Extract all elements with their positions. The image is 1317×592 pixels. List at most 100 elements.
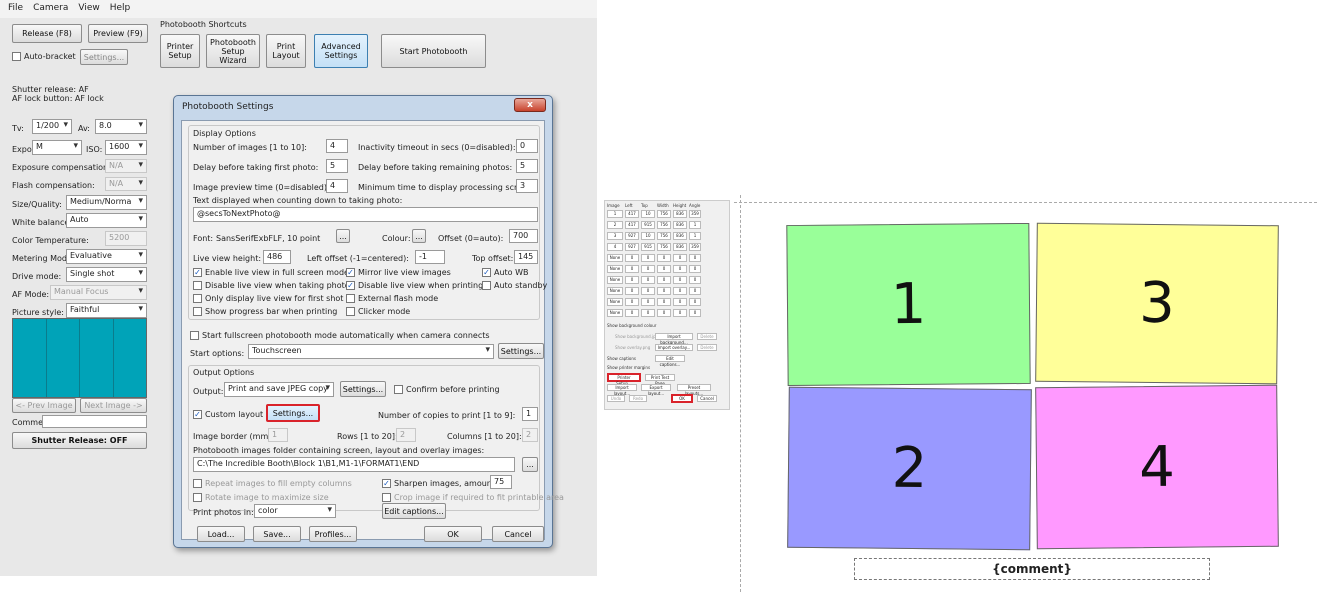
menu-view[interactable]: View [78, 3, 99, 15]
start-options-settings-button[interactable]: Settings... [498, 343, 544, 359]
table-cell-input[interactable]: 756 [657, 243, 671, 251]
delay-remaining-input[interactable]: 5 [516, 159, 538, 173]
mini-cancel-button[interactable]: Cancel [697, 395, 717, 402]
mirror-checkbox[interactable]: ✓ Mirror live view images [346, 268, 451, 277]
table-cell-input[interactable]: 0 [657, 254, 671, 262]
table-cell-input[interactable]: 0 [657, 298, 671, 306]
table-row-image-select[interactable]: None [607, 298, 623, 306]
table-cell-input[interactable]: 10 [641, 232, 655, 240]
inactivity-input[interactable]: 0 [516, 139, 538, 153]
mini-printer-setup-button[interactable]: Printer Setup... [607, 373, 641, 386]
import-layout-button[interactable]: Import layout... [607, 384, 637, 396]
sharpen-amount-input[interactable]: 75 [490, 475, 512, 489]
disable-printing-checkbox[interactable]: ✓ Disable live view when printing [346, 281, 483, 290]
layout-cell-4[interactable]: 4 [1035, 384, 1279, 550]
preview-time-input[interactable]: 4 [326, 179, 348, 193]
table-cell-input[interactable]: 0 [625, 298, 639, 306]
table-cell-input[interactable]: 756 [657, 210, 671, 218]
comment-input[interactable] [42, 415, 147, 428]
show-margins-checkbox[interactable]: Show printer margins [607, 365, 650, 370]
table-cell-input[interactable]: 417 [625, 210, 639, 218]
table-cell-input[interactable]: 0 [673, 254, 687, 262]
table-cell-input[interactable]: 0 [689, 276, 701, 284]
table-cell-input[interactable]: 0 [689, 254, 701, 262]
comment-placeholder[interactable]: {comment} [854, 558, 1210, 580]
table-cell-input[interactable]: 0 [625, 309, 639, 317]
table-cell-input[interactable]: 0 [625, 276, 639, 284]
full-screen-live-view-checkbox[interactable]: ✓ Enable live view in full screen mode [193, 268, 349, 277]
confirm-printing-checkbox[interactable]: Confirm before printing [394, 385, 500, 394]
countdown-text-input[interactable]: @secsToNextPhoto@ [193, 207, 538, 222]
tv-select[interactable]: 1/200 [32, 119, 72, 134]
mini-edit-captions-button[interactable]: Edit captions... [655, 355, 685, 367]
table-cell-input[interactable]: 0 [689, 309, 701, 317]
columns-input[interactable]: 2 [522, 428, 538, 442]
external-flash-checkbox[interactable]: External flash mode [346, 294, 438, 303]
layout-cell-1[interactable]: 1 [786, 222, 1031, 387]
table-cell-input[interactable]: 0 [673, 265, 687, 273]
export-layout-button[interactable]: Export layout... [641, 384, 671, 396]
table-cell-input[interactable]: 0 [657, 276, 671, 284]
table-cell-input[interactable]: 1 [689, 232, 701, 240]
table-cell-input[interactable]: 756 [657, 221, 671, 229]
save-button[interactable]: Save... [253, 526, 301, 542]
offset-input[interactable]: 700 [509, 229, 538, 243]
table-cell-input[interactable]: 836 [673, 243, 687, 251]
setup-wizard-button[interactable]: Photobooth Setup Wizard [206, 34, 260, 68]
print-photos-select[interactable]: color [254, 504, 336, 518]
table-cell-input[interactable]: 0 [689, 265, 701, 273]
delete-overlay-button[interactable]: Delete [697, 344, 717, 351]
table-row-image-select[interactable]: 1 [607, 210, 623, 218]
top-offset-input[interactable]: 145 [514, 250, 538, 264]
profiles-button[interactable]: Profiles... [309, 526, 357, 542]
output-select[interactable]: Print and save JPEG copy [224, 382, 334, 397]
advanced-settings-button[interactable]: Advanced Settings [314, 34, 368, 68]
rotate-image-checkbox[interactable]: Rotate image to maximize size [193, 493, 329, 502]
only-first-checkbox[interactable]: Only display live view for first shot [193, 294, 343, 303]
white-balance-select[interactable]: Auto [66, 213, 147, 228]
close-icon[interactable]: x [514, 98, 546, 112]
table-cell-input[interactable]: 359 [689, 210, 701, 218]
next-image-button[interactable]: Next Image -> [80, 398, 147, 413]
table-cell-input[interactable]: 927 [625, 232, 639, 240]
preview-button[interactable]: Preview (F9) [88, 24, 148, 43]
size-quality-select[interactable]: Medium/Norma [66, 195, 147, 210]
table-cell-input[interactable]: 359 [689, 243, 701, 251]
table-cell-input[interactable]: 0 [689, 298, 701, 306]
table-cell-input[interactable]: 0 [625, 254, 639, 262]
table-cell-input[interactable]: 1 [689, 221, 701, 229]
iso-select[interactable]: 1600 [105, 140, 147, 155]
crop-image-checkbox[interactable]: Crop image if required to fit printable … [382, 493, 564, 502]
undo-button[interactable]: Undo [607, 395, 625, 402]
edit-captions-button[interactable]: Edit captions... [382, 503, 446, 519]
sharpen-checkbox[interactable]: ✓ Sharpen images, amount: [382, 479, 498, 488]
start-fullscreen-checkbox[interactable]: Start fullscreen photobooth mode automat… [190, 331, 490, 340]
preset-layouts-button[interactable]: Preset layouts... [677, 384, 711, 396]
table-row-image-select[interactable]: None [607, 287, 623, 295]
table-cell-input[interactable]: 0 [641, 276, 655, 284]
table-cell-input[interactable]: 0 [657, 265, 671, 273]
table-cell-input[interactable]: 0 [689, 287, 701, 295]
table-cell-input[interactable]: 915 [641, 243, 655, 251]
auto-wb-checkbox[interactable]: ✓ Auto WB [482, 268, 529, 277]
repeat-images-checkbox[interactable]: Repeat images to fill empty columns [193, 479, 352, 488]
table-row-image-select[interactable]: None [607, 276, 623, 284]
cancel-button[interactable]: Cancel [492, 526, 544, 542]
auto-bracket-checkbox[interactable]: Auto-bracket [12, 52, 76, 61]
expo-select[interactable]: M [32, 140, 82, 155]
layout-cell-2[interactable]: 2 [787, 386, 1032, 551]
table-cell-input[interactable]: 756 [657, 232, 671, 240]
table-cell-input[interactable]: 0 [641, 254, 655, 262]
min-time-input[interactable]: 3 [516, 179, 538, 193]
import-background-button[interactable]: Import background... [655, 333, 693, 345]
load-button[interactable]: Load... [197, 526, 245, 542]
table-cell-input[interactable]: 10 [641, 210, 655, 218]
print-layout-button[interactable]: Print Layout [266, 34, 306, 68]
table-cell-input[interactable]: 0 [657, 309, 671, 317]
table-row-image-select[interactable]: 3 [607, 232, 623, 240]
live-view-height-input[interactable]: 486 [263, 250, 291, 264]
picture-style-select[interactable]: Faithful [66, 303, 147, 318]
font-picker-button[interactable]: ... [336, 229, 350, 243]
ok-button[interactable]: OK [424, 526, 482, 542]
printer-setup-button[interactable]: Printer Setup [160, 34, 200, 68]
